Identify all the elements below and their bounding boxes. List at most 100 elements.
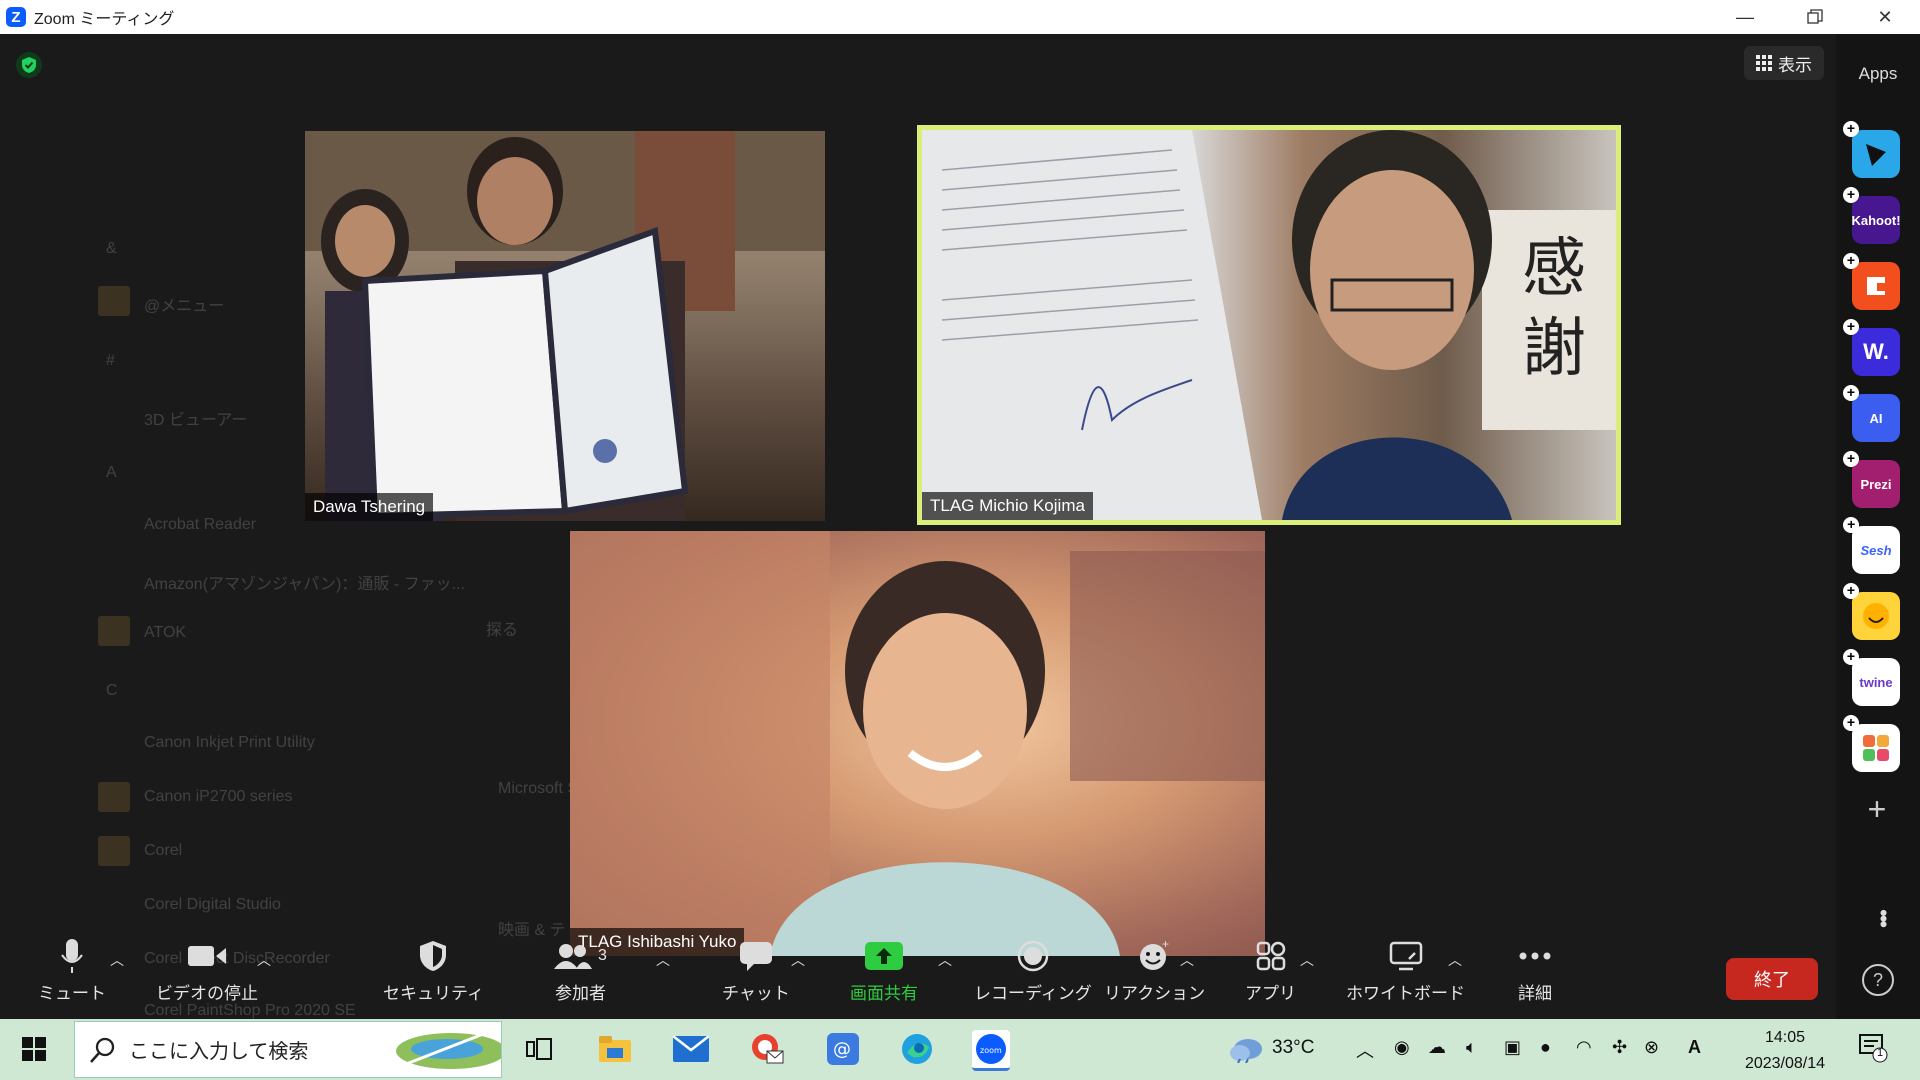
end-meeting-button[interactable]: 終了 (1726, 958, 1818, 1000)
participants-options-caret[interactable]: ︿ (656, 950, 670, 970)
grid-icon (1756, 55, 1772, 71)
more-button[interactable]: 詳細 (1518, 937, 1552, 1004)
task-view-icon[interactable] (520, 1030, 558, 1068)
search-highlight-image (396, 1029, 501, 1069)
svg-text:@: @ (833, 1039, 851, 1060)
participant-video-image (570, 531, 1265, 956)
record-indicator-icon[interactable]: ◉ (1394, 1037, 1410, 1058)
twine-app-icon[interactable]: + twine (1843, 649, 1900, 706)
window-controls: — ✕ (1710, 0, 1920, 34)
folder-icon (98, 616, 130, 646)
more-options-icon[interactable]: ••• (1870, 909, 1896, 926)
ghost-item: Canon Inkjet Print Utility (144, 734, 315, 751)
security-button[interactable]: セキュリティ (383, 937, 484, 1004)
view-button[interactable]: 表示 (1744, 46, 1824, 80)
mute-options-caret[interactable]: ︿ (110, 950, 124, 970)
add-app-icon[interactable]: + (1862, 793, 1892, 825)
reaction-options-caret[interactable]: ︿ (1180, 950, 1194, 970)
onedrive-icon[interactable]: ☁ (1428, 1037, 1446, 1058)
share-screen-icon (865, 942, 903, 970)
show-hidden-icons-icon[interactable]: ︿ (1356, 1037, 1374, 1063)
ghost-item: Corel PaintShop Pro 2020 SE (144, 1002, 356, 1019)
network-off-icon[interactable]: ⊗ (1644, 1037, 1659, 1058)
kahoot-app-icon[interactable]: + Kahoot! (1843, 187, 1901, 244)
zoom-taskbar-icon[interactable]: zoom (972, 1030, 1010, 1071)
window-title: Zoom ミーティング (34, 11, 175, 28)
volume-icon[interactable]: 🔈︎ (1466, 1037, 1477, 1058)
prezi-app-icon[interactable]: + Prezi (1843, 451, 1900, 508)
stop-video-button[interactable]: ビデオの停止 (156, 937, 258, 1004)
title-bar: Z Zoom ミーティング — ✕ (0, 0, 1920, 34)
participant-video-image (305, 131, 825, 521)
restore-button[interactable] (1780, 0, 1850, 34)
microphone-tray-icon[interactable]: ● (1540, 1037, 1551, 1058)
ime-icon[interactable]: A (1688, 1037, 1701, 1058)
share-options-caret[interactable]: ︿ (938, 950, 952, 970)
help-icon[interactable]: ? (1862, 964, 1894, 996)
whiteboard-button[interactable]: ホワイトボード (1346, 937, 1465, 1004)
participants-icon (554, 944, 592, 969)
windows-taskbar: ここに入力して検索 @ zoom 33°C ︿ ◉ ☁ 🔈︎ ▣ ● ◠ ✣ ⊗… (0, 1019, 1920, 1080)
ghost-item: @メニュー (144, 298, 225, 315)
close-button[interactable]: ✕ (1850, 0, 1920, 34)
file-explorer-icon[interactable] (596, 1030, 634, 1068)
ghost-tile: 探る (486, 622, 519, 639)
folder-icon (98, 836, 130, 866)
chat-options-caret[interactable]: ︿ (791, 950, 805, 970)
clock-time: 14:05 (1764, 1029, 1806, 1046)
encryption-shield-icon[interactable] (16, 52, 42, 78)
wifi-icon[interactable]: ◠ (1576, 1037, 1592, 1058)
ghost-item: & (106, 240, 117, 257)
taskbar-clock[interactable]: 14:05 2023/08/14 (1730, 1025, 1840, 1077)
chat-button[interactable]: チャット (722, 937, 790, 1004)
temperature: 33°C (1272, 1037, 1315, 1058)
folder-icon (98, 286, 130, 316)
weather-widget[interactable]: 33°C (1228, 1033, 1314, 1063)
minimize-button[interactable]: — (1710, 0, 1780, 34)
blocks-app-icon[interactable]: + (1843, 715, 1900, 772)
mail-client-icon[interactable] (748, 1030, 786, 1068)
view-label: 表示 (1778, 55, 1812, 75)
restore-icon (1807, 9, 1823, 24)
video-options-caret[interactable]: ︿ (257, 950, 271, 970)
apps-title: Apps (1858, 64, 1898, 83)
windows-start-icon[interactable] (22, 1037, 46, 1061)
dropbox-icon[interactable]: ✣ (1612, 1037, 1627, 1058)
share-screen-button[interactable]: 画面共有 (850, 937, 918, 1004)
whiteboard-options-caret[interactable]: ︿ (1448, 950, 1462, 970)
whiteboard-icon (1389, 941, 1422, 971)
participants-count: 3 (598, 947, 607, 964)
apps-panel: Apps + + Kahoot! + + W. + AI + Prezi + Sesh +… (1836, 34, 1920, 1019)
sesh-app-icon[interactable]: + Sesh (1843, 517, 1900, 574)
ghost-item: Amazon(アマゾンジャパン)：通販 - ファッ... (144, 576, 465, 593)
reaction-button[interactable]: + リアクション (1104, 937, 1205, 1004)
mail-app-icon[interactable] (672, 1030, 710, 1068)
participant-video-image: 感 謝 (922, 130, 1616, 520)
ai-companion-app-icon[interactable]: + AI (1843, 385, 1900, 442)
folder-icon (98, 782, 130, 812)
video-camera-icon (188, 946, 226, 966)
emoji-app-icon[interactable]: + (1843, 583, 1900, 640)
participants-button[interactable]: 3 参加者 (554, 937, 607, 1004)
ghost-item: Corel Digital Studio (144, 896, 281, 913)
wooclap-app-icon[interactable]: + W. (1843, 319, 1900, 376)
taskbar-search-box[interactable]: ここに入力して検索 (74, 1021, 502, 1078)
notification-center-icon[interactable]: 1 (1858, 1033, 1888, 1063)
chat-bubble-icon (739, 942, 772, 971)
flip-app-icon[interactable]: + (1843, 121, 1900, 178)
edge-browser-icon[interactable] (898, 1030, 936, 1068)
at-menu-app-icon[interactable]: @ (824, 1030, 862, 1068)
ghost-item: A (106, 464, 117, 481)
apps-options-caret[interactable]: ︿ (1300, 950, 1314, 970)
video-tile[interactable]: TLAG Ishibashi Yuko (570, 531, 1265, 956)
record-button[interactable]: レコーディング (974, 937, 1092, 1004)
mute-button[interactable]: ミュート (38, 937, 106, 1004)
apps-button[interactable]: アプリ (1245, 937, 1296, 1004)
ghost-item: Canon iP2700 series (144, 788, 293, 805)
more-dots-icon (1519, 952, 1551, 960)
video-tile-active-speaker[interactable]: 感 謝 TLAG Michio Kojima (917, 125, 1621, 525)
craft-app-icon[interactable]: + (1843, 253, 1900, 310)
camera-tray-icon[interactable]: ▣ (1504, 1037, 1521, 1058)
video-tile[interactable]: Dawa Tshering (305, 131, 825, 521)
apps-icon (1256, 941, 1285, 971)
